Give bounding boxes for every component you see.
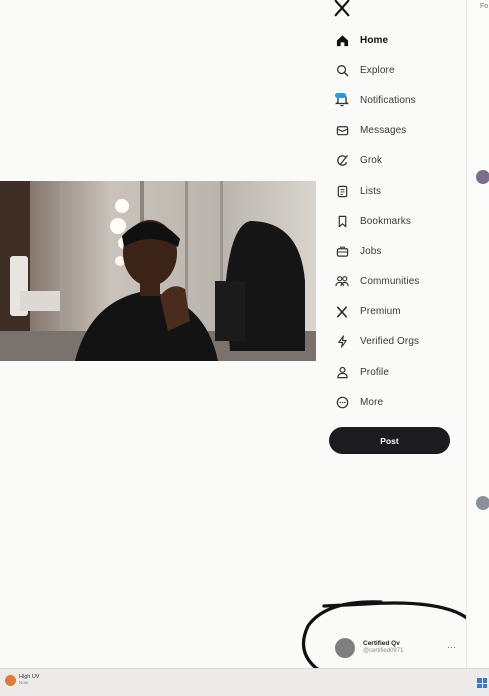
sidebar-item-label: Bookmarks <box>360 215 411 227</box>
x-logo-icon <box>334 304 350 320</box>
sidebar-item-label: Communities <box>360 276 420 288</box>
briefcase-icon <box>334 243 350 259</box>
sidebar-item-label: Lists <box>360 185 382 197</box>
video-player[interactable] <box>0 181 316 361</box>
home-icon <box>334 32 350 48</box>
account-handle: @certified0971 <box>363 648 404 655</box>
sidebar-nav: Home Explore Notifications Messages Grok <box>330 25 466 417</box>
sidebar-item-notifications[interactable]: Notifications <box>330 85 466 115</box>
taskbar: High UV Now <box>0 668 489 696</box>
list-icon <box>334 183 350 199</box>
timeline-column <box>467 0 489 668</box>
sidebar-item-grok[interactable]: Grok <box>330 146 466 176</box>
grok-icon <box>334 153 350 169</box>
person-icon <box>334 364 350 380</box>
people-icon <box>334 274 350 290</box>
more-icon[interactable]: ··· <box>447 642 456 652</box>
sidebar-item-more[interactable]: More <box>330 387 466 417</box>
sidebar-item-premium[interactable]: Premium <box>330 297 466 327</box>
sidebar-item-lists[interactable]: Lists <box>330 176 466 206</box>
sidebar-item-label: More <box>360 396 384 408</box>
video-frame <box>0 181 316 361</box>
sidebar-item-label: Home <box>360 34 389 46</box>
bookmark-icon <box>334 213 350 229</box>
start-button[interactable] <box>477 678 487 688</box>
weather-widget[interactable]: High UV Now <box>19 674 39 685</box>
sidebar-item-label: Messages <box>360 125 407 137</box>
avatar[interactable] <box>476 170 489 184</box>
account-info: Certified Qv @certified0971 <box>363 640 403 656</box>
bell-icon <box>334 92 350 108</box>
sidebar-item-verified-orgs[interactable]: Verified Orgs <box>330 327 466 357</box>
sidebar-item-label: Profile <box>360 366 390 378</box>
sidebar-item-messages[interactable]: Messages <box>330 116 466 146</box>
sidebar-item-label: Jobs <box>360 245 382 257</box>
envelope-icon <box>334 123 350 139</box>
sidebar-item-label: Verified Orgs <box>360 336 420 348</box>
post-button[interactable]: Post <box>329 427 450 454</box>
avatar <box>335 638 355 658</box>
search-icon <box>334 62 350 78</box>
sidebar-item-label: Notifications <box>360 94 416 106</box>
sidebar-item-profile[interactable]: Profile <box>330 357 466 387</box>
tab-for-you[interactable]: Fo <box>480 3 488 10</box>
avatar[interactable] <box>476 496 489 510</box>
sidebar-item-communities[interactable]: Communities <box>330 267 466 297</box>
sidebar-item-bookmarks[interactable]: Bookmarks <box>330 206 466 236</box>
weather-icon[interactable] <box>5 675 16 686</box>
account-switcher[interactable]: Certified Qv @certified0971 ··· <box>330 631 466 665</box>
sidebar-item-home[interactable]: Home <box>330 25 466 55</box>
account-name: Certified Qv <box>363 640 400 648</box>
sidebar-item-label: Explore <box>360 64 395 76</box>
sidebar-item-label: Grok <box>360 155 383 167</box>
lightning-icon <box>334 334 350 350</box>
sidebar-item-explore[interactable]: Explore <box>330 55 466 85</box>
x-logo-icon[interactable] <box>333 0 351 17</box>
sidebar-item-jobs[interactable]: Jobs <box>330 236 466 266</box>
weather-subtitle: Now <box>19 680 29 686</box>
more-circle-icon <box>334 394 350 410</box>
sidebar-item-label: Premium <box>360 306 401 318</box>
app-window: Home Explore Notifications Messages Grok <box>0 0 489 686</box>
